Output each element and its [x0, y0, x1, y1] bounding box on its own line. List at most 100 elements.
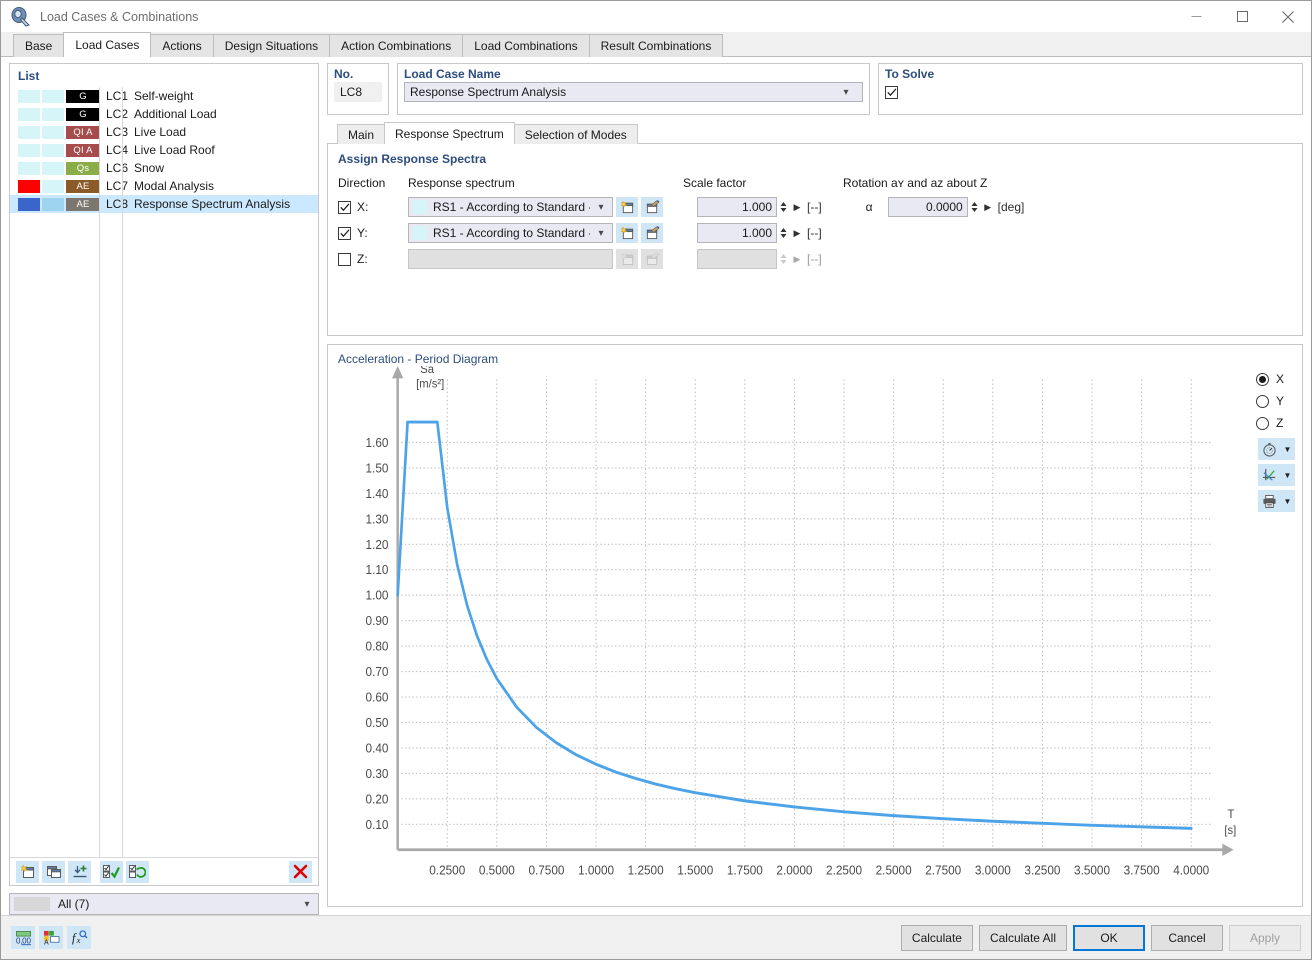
tab-response-spectrum[interactable]: Response Spectrum — [384, 122, 515, 144]
radio-direction-x[interactable]: X — [1256, 368, 1296, 390]
svg-text:0.30: 0.30 — [366, 766, 389, 781]
scale-factor-y-stepper[interactable] — [777, 223, 790, 243]
scale-factor-z-more-button: ▶ — [790, 254, 804, 265]
to-solve-label: To Solve — [885, 67, 1296, 82]
ok-button[interactable]: OK — [1073, 925, 1145, 951]
close-button[interactable] — [1265, 1, 1311, 32]
scale-factor-x-more-button[interactable]: ▶ — [790, 202, 804, 213]
radio-direction-z[interactable]: Z — [1256, 412, 1296, 434]
rotation-alpha-more-button[interactable]: ▶ — [981, 202, 995, 213]
spectrum-y-color-swatch — [413, 226, 427, 240]
new-spectrum-x-button[interactable] — [616, 197, 638, 217]
chart-axes-button[interactable]: ▼ — [1258, 464, 1295, 486]
tab-action-combinations[interactable]: Action Combinations — [329, 34, 463, 57]
svg-text:2.5000: 2.5000 — [876, 863, 912, 878]
copy-load-case-button[interactable] — [42, 861, 65, 883]
tab-result-combinations[interactable]: Result Combinations — [589, 34, 724, 57]
svg-text:T: T — [1227, 807, 1234, 822]
load-case-name-combo[interactable]: Response Spectrum Analysis ▾ — [404, 82, 863, 102]
scale-factor-x-input[interactable]: 1.000 — [697, 197, 777, 217]
diagram-side-toolbar: X Y Z — [1250, 366, 1302, 906]
list-header-label: List — [10, 64, 318, 87]
to-solve-checkbox[interactable] — [885, 86, 898, 99]
tab-base[interactable]: Base — [13, 34, 64, 57]
chart-settings-button[interactable]: ▼ — [1258, 438, 1295, 460]
tab-load-combinations[interactable]: Load Combinations — [462, 34, 589, 57]
spectrum-y-value: RS1 - According to Standard -... — [433, 226, 590, 240]
cancel-button[interactable]: Cancel — [1151, 925, 1223, 951]
import-load-case-button[interactable] — [68, 861, 91, 883]
row-color-swatch-1 — [18, 90, 40, 103]
svg-text:1.60: 1.60 — [366, 435, 389, 450]
svg-text:0.50: 0.50 — [366, 715, 389, 730]
new-load-case-button[interactable] — [16, 861, 39, 883]
delete-load-case-button[interactable] — [289, 861, 312, 883]
table-row[interactable]: QI A LC4 Live Load Roof — [10, 141, 318, 159]
gauge-icon — [1258, 442, 1281, 457]
scale-factor-y-more-button[interactable]: ▶ — [790, 228, 804, 239]
direction-y-checkbox[interactable] — [338, 227, 351, 240]
list-filter-combo[interactable]: All (7) ▾ — [9, 893, 319, 915]
svg-text:0.20: 0.20 — [366, 792, 389, 807]
table-row[interactable]: G LC1 Self-weight — [10, 87, 318, 105]
direction-z-checkbox[interactable] — [338, 253, 351, 266]
tab-main[interactable]: Main — [337, 124, 385, 144]
svg-text:0.90: 0.90 — [366, 614, 389, 629]
row-color-swatch-2 — [42, 108, 64, 121]
row-category-badge: AE — [66, 198, 100, 211]
row-color-swatch-1 — [18, 144, 40, 157]
chevron-down-icon: ▼ — [1281, 471, 1295, 480]
chart-print-button[interactable]: ▼ — [1258, 490, 1295, 512]
table-row[interactable]: QI A LC3 Live Load — [10, 123, 318, 141]
load-case-list-box: List G LC1 Self-weight G — [9, 63, 319, 886]
scale-factor-x-stepper[interactable] — [777, 197, 790, 217]
acceleration-period-diagram-panel: Acceleration - Period Diagram 0.100.200.… — [327, 344, 1303, 907]
rotation-alpha-stepper[interactable] — [968, 197, 981, 217]
load-case-detail-panel: No. LC8 Load Case Name Response Spectrum… — [327, 63, 1303, 915]
rotation-alpha-input[interactable]: 0.0000 — [888, 197, 968, 217]
tab-design-situations[interactable]: Design Situations — [213, 34, 330, 57]
tab-selection-of-modes[interactable]: Selection of Modes — [514, 124, 638, 144]
table-row[interactable]: G LC2 Additional Load — [10, 105, 318, 123]
row-category-badge: AE — [66, 180, 100, 193]
calculate-button[interactable]: Calculate — [901, 925, 973, 951]
window-title: Load Cases & Combinations — [40, 10, 1173, 24]
edit-spectrum-y-button[interactable] — [641, 223, 663, 243]
spectrum-y-combo[interactable]: RS1 - According to Standard -... ▾ — [408, 223, 613, 243]
tab-load-cases[interactable]: Load Cases — [63, 32, 151, 57]
svg-text:2.0000: 2.0000 — [776, 863, 812, 878]
minimize-button[interactable] — [1173, 1, 1219, 32]
row-color-swatch-2 — [42, 144, 64, 157]
table-row-selected[interactable]: AE LC8 Response Spectrum Analysis — [10, 195, 318, 213]
new-spectrum-y-button[interactable] — [616, 223, 638, 243]
radio-direction-y[interactable]: Y — [1256, 390, 1296, 412]
edit-spectrum-x-button[interactable] — [641, 197, 663, 217]
direction-x-checkbox[interactable] — [338, 201, 351, 214]
table-row[interactable]: Qs LC6 Snow — [10, 159, 318, 177]
decimal-places-button[interactable]: 0, 00 — [11, 926, 35, 949]
load-case-number-group: No. LC8 — [327, 63, 389, 115]
units-button[interactable]: A — [39, 926, 63, 949]
invert-selection-button[interactable] — [126, 861, 149, 883]
radio-y-label: Y — [1276, 394, 1284, 408]
maximize-button[interactable] — [1219, 1, 1265, 32]
svg-text:1.5000: 1.5000 — [677, 863, 713, 878]
select-all-button[interactable] — [100, 861, 123, 883]
svg-text:1.20: 1.20 — [366, 537, 389, 552]
spectrum-x-combo[interactable]: RS1 - According to Standard -... ▾ — [408, 197, 613, 217]
row-load-case-id: LC3 — [106, 125, 134, 139]
formula-button[interactable]: f x — [67, 926, 91, 949]
radio-z-indicator — [1256, 417, 1269, 430]
to-solve-group: To Solve — [878, 63, 1303, 115]
calculate-all-button[interactable]: Calculate All — [979, 925, 1067, 951]
svg-text:[m/s²]: [m/s²] — [416, 376, 444, 391]
table-row[interactable]: AE LC7 Modal Analysis — [10, 177, 318, 195]
svg-text:1.40: 1.40 — [366, 486, 389, 501]
chart-plot-area[interactable]: 0.100.200.300.400.500.600.700.800.901.00… — [328, 366, 1250, 906]
scale-factor-x-unit: [--] — [807, 200, 822, 214]
tab-actions[interactable]: Actions — [150, 34, 213, 57]
direction-z-cell: Z: — [338, 252, 408, 266]
svg-text:A: A — [43, 939, 48, 945]
svg-text:Sa: Sa — [420, 366, 434, 376]
scale-factor-y-input[interactable]: 1.000 — [697, 223, 777, 243]
